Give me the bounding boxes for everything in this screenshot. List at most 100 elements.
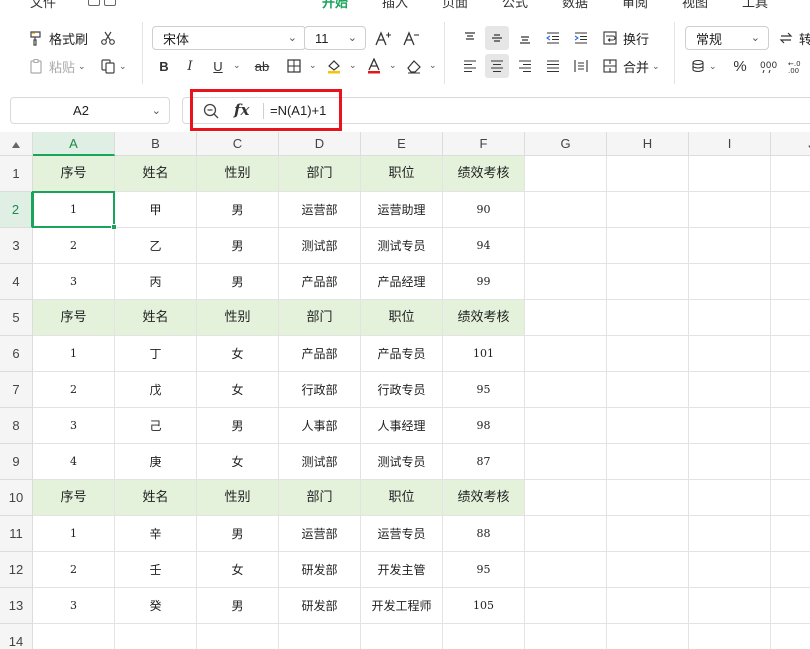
cell-a14[interactable]: [33, 624, 115, 649]
cell-i10[interactable]: [689, 480, 771, 516]
cell-c11[interactable]: 男: [197, 516, 279, 552]
row-header-12[interactable]: 12: [0, 552, 33, 588]
cell-i12[interactable]: [689, 552, 771, 588]
cell-e10[interactable]: 职位: [361, 480, 443, 516]
cell-e6[interactable]: 产品专员: [361, 336, 443, 372]
convert-button[interactable]: 转: [778, 26, 810, 50]
cell-f14[interactable]: [443, 624, 525, 649]
cell-g9[interactable]: [525, 444, 607, 480]
tab-view[interactable]: 视图: [682, 0, 708, 11]
cell-e2[interactable]: 运营助理: [361, 192, 443, 228]
cell-g2[interactable]: [525, 192, 607, 228]
cell-g8[interactable]: [525, 408, 607, 444]
font-name-select[interactable]: 宋体 ⌄: [152, 26, 306, 50]
increase-indent-button[interactable]: [569, 26, 593, 50]
cell-c3[interactable]: 男: [197, 228, 279, 264]
cell-b2[interactable]: 甲: [115, 192, 197, 228]
cell-g14[interactable]: [525, 624, 607, 649]
wrap-text-button[interactable]: 换行: [602, 26, 649, 50]
cell-f3[interactable]: 94: [443, 228, 525, 264]
cell-a10[interactable]: 序号: [33, 480, 115, 516]
tab-tools[interactable]: 工具: [742, 0, 768, 11]
row-header-7[interactable]: 7: [0, 372, 33, 408]
cell-d8[interactable]: 人事部: [279, 408, 361, 444]
cell-f1[interactable]: 绩效考核: [443, 156, 525, 192]
merge-cells-button[interactable]: 合并 ⌄: [602, 54, 660, 78]
tab-page[interactable]: 页面: [442, 0, 468, 11]
cell-h4[interactable]: [607, 264, 689, 300]
currency-button[interactable]: ⌄: [690, 54, 717, 78]
cell-c6[interactable]: 女: [197, 336, 279, 372]
cell-b11[interactable]: 辛: [115, 516, 197, 552]
strikethrough-button[interactable]: ab: [250, 54, 274, 78]
cell-b9[interactable]: 庚: [115, 444, 197, 480]
cell-b8[interactable]: 己: [115, 408, 197, 444]
save-icon[interactable]: [88, 0, 100, 6]
cell-b10[interactable]: 姓名: [115, 480, 197, 516]
copy-button[interactable]: ⌄: [100, 54, 127, 78]
cut-button[interactable]: [100, 26, 116, 50]
cell-c12[interactable]: 女: [197, 552, 279, 588]
paste-button[interactable]: 粘贴 ⌄: [28, 54, 86, 78]
cell-j13[interactable]: [771, 588, 810, 624]
cell-f7[interactable]: 95: [443, 372, 525, 408]
cell-g5[interactable]: [525, 300, 607, 336]
row-header-5[interactable]: 5: [0, 300, 33, 336]
cell-a2[interactable]: 1: [33, 192, 115, 228]
cell-f10[interactable]: 绩效考核: [443, 480, 525, 516]
cell-h2[interactable]: [607, 192, 689, 228]
cell-a1[interactable]: 序号: [33, 156, 115, 192]
cell-b4[interactable]: 丙: [115, 264, 197, 300]
cell-j12[interactable]: [771, 552, 810, 588]
percent-button[interactable]: %: [728, 54, 752, 78]
row-header-8[interactable]: 8: [0, 408, 33, 444]
cell-a13[interactable]: 3: [33, 588, 115, 624]
column-header-j[interactable]: J: [771, 132, 810, 156]
row-header-6[interactable]: 6: [0, 336, 33, 372]
cell-d2[interactable]: 运营部: [279, 192, 361, 228]
cell-h1[interactable]: [607, 156, 689, 192]
column-header-d[interactable]: D: [279, 132, 361, 156]
cell-f12[interactable]: 95: [443, 552, 525, 588]
cell-j10[interactable]: [771, 480, 810, 516]
cell-d12[interactable]: 研发部: [279, 552, 361, 588]
fill-handle[interactable]: [111, 224, 117, 230]
cell-a6[interactable]: 1: [33, 336, 115, 372]
cell-a3[interactable]: 2: [33, 228, 115, 264]
clear-format-button[interactable]: [402, 54, 426, 78]
border-button[interactable]: [282, 54, 306, 78]
cell-h6[interactable]: [607, 336, 689, 372]
cell-a5[interactable]: 序号: [33, 300, 115, 336]
cell-i4[interactable]: [689, 264, 771, 300]
cell-g10[interactable]: [525, 480, 607, 516]
cell-j1[interactable]: [771, 156, 810, 192]
cell-c14[interactable]: [197, 624, 279, 649]
cell-b6[interactable]: 丁: [115, 336, 197, 372]
row-header-11[interactable]: 11: [0, 516, 33, 552]
cell-g12[interactable]: [525, 552, 607, 588]
thousands-separator-button[interactable]: 000: [756, 54, 780, 78]
cell-h14[interactable]: [607, 624, 689, 649]
fill-color-button[interactable]: [322, 54, 346, 78]
font-size-select[interactable]: 11 ⌄: [304, 26, 366, 50]
row-header-13[interactable]: 13: [0, 588, 33, 624]
cell-c13[interactable]: 男: [197, 588, 279, 624]
cell-h10[interactable]: [607, 480, 689, 516]
cell-d6[interactable]: 产品部: [279, 336, 361, 372]
cell-g11[interactable]: [525, 516, 607, 552]
cell-d14[interactable]: [279, 624, 361, 649]
increase-font-size-button[interactable]: [372, 26, 396, 50]
cell-d13[interactable]: 研发部: [279, 588, 361, 624]
cell-a4[interactable]: 3: [33, 264, 115, 300]
cell-f9[interactable]: 87: [443, 444, 525, 480]
cell-f5[interactable]: 绩效考核: [443, 300, 525, 336]
cell-c4[interactable]: 男: [197, 264, 279, 300]
cell-d4[interactable]: 产品部: [279, 264, 361, 300]
cell-a8[interactable]: 3: [33, 408, 115, 444]
tab-formula[interactable]: 公式: [502, 0, 528, 11]
cell-i6[interactable]: [689, 336, 771, 372]
cell-i14[interactable]: [689, 624, 771, 649]
cell-g13[interactable]: [525, 588, 607, 624]
cell-a9[interactable]: 4: [33, 444, 115, 480]
spreadsheet-grid[interactable]: ABCDEFGHIJ1序号姓名性别部门职位绩效考核21甲男运营部运营助理9032…: [0, 132, 810, 649]
